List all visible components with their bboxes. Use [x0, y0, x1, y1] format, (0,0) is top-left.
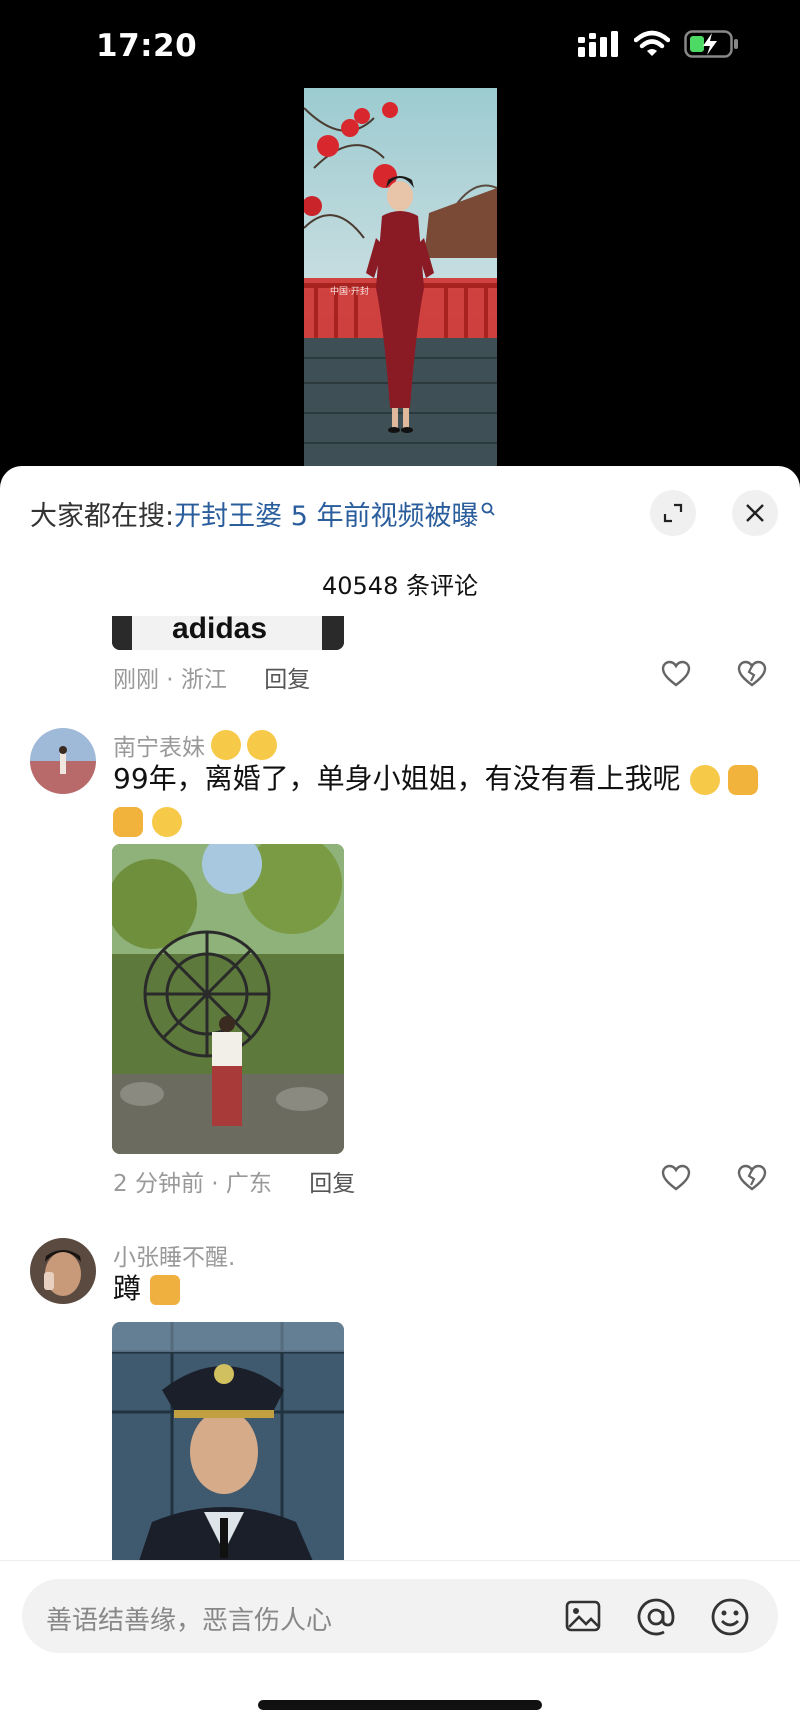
comment-sheet: 大家都在搜: 开封王婆 5 年前视频被曝 40548 条评论 adidas 刚刚…	[0, 466, 800, 1730]
comment-username[interactable]: 南宁表妹	[113, 728, 277, 762]
status-bar: 17:20	[0, 0, 800, 90]
comment-count: 40548 条评论	[322, 572, 478, 600]
reply-button[interactable]: 回复	[309, 1171, 355, 1197]
home-indicator[interactable]	[258, 1700, 542, 1710]
dislike-icon[interactable]	[736, 658, 768, 690]
image-icon[interactable]	[564, 1597, 602, 1635]
comment-image[interactable]: adidas	[112, 616, 344, 650]
comment-text: 99年，离婚了，单身小姐姐，有没有看上我呢	[113, 758, 773, 842]
expand-button[interactable]	[650, 490, 696, 536]
emoji-icon[interactable]	[710, 1597, 750, 1637]
signal-icon	[578, 31, 618, 57]
search-query-link[interactable]: 开封王婆 5 年前视频被曝	[174, 494, 478, 533]
battery-charging-icon	[684, 30, 738, 58]
list-item: adidas 刚刚 · 浙江 回复	[0, 616, 800, 736]
search-icon	[482, 502, 496, 516]
video-player[interactable]: 中国·开封	[0, 88, 800, 470]
video-watermark: 中国·开封	[330, 285, 369, 297]
status-time: 17:20	[96, 28, 198, 64]
avatar[interactable]	[30, 1238, 96, 1304]
wifi-icon	[634, 30, 670, 56]
comment-image[interactable]	[112, 1322, 344, 1576]
like-icon[interactable]	[660, 658, 692, 690]
list-item: 南宁表妹 99年，离婚了，单身小姐姐，有没有看上我呢 2 分钟前 · 广东 回复	[0, 728, 800, 1228]
praying-emoji-icon	[113, 807, 143, 837]
status-icons	[578, 30, 740, 58]
expand-icon	[663, 503, 683, 523]
kiss-emoji-icon	[247, 730, 277, 760]
comment-input[interactable]: 善语结善缘，恶言伤人心	[22, 1579, 778, 1653]
clapping-emoji-icon	[728, 765, 759, 795]
search-suggestion[interactable]: 大家都在搜: 开封王婆 5 年前视频被曝	[30, 494, 496, 533]
reply-button[interactable]: 回复	[264, 667, 310, 693]
comment-meta: 刚刚 · 浙江 回复	[113, 660, 310, 694]
avatar[interactable]	[30, 728, 96, 794]
mention-icon[interactable]	[636, 1597, 676, 1637]
pleading-emoji-icon	[689, 765, 720, 795]
comment-time-location: 2 分钟前 · 广东	[113, 1171, 272, 1197]
close-button[interactable]	[732, 490, 778, 536]
comment-image-text: adidas	[172, 616, 267, 645]
comment-input-placeholder: 善语结善缘，恶言伤人心	[46, 1606, 333, 1636]
cat-emoji-icon	[149, 1275, 180, 1305]
comment-username[interactable]: 小张睡不醒.	[113, 1238, 235, 1272]
hugging-emoji-icon	[151, 807, 182, 837]
comment-list[interactable]: adidas 刚刚 · 浙江 回复 南宁表妹 99年，离婚了，单身小姐姐，有没有…	[0, 616, 800, 1576]
comment-meta: 2 分钟前 · 广东 回复	[113, 1164, 355, 1198]
dislike-icon[interactable]	[736, 1162, 768, 1194]
kiss-emoji-icon	[211, 730, 241, 760]
comment-text: 蹲	[113, 1268, 773, 1310]
video-thumbnail[interactable]: 中国·开封	[304, 88, 497, 466]
like-icon[interactable]	[660, 1162, 692, 1194]
comment-time-location: 刚刚 · 浙江	[113, 667, 227, 693]
comment-image[interactable]	[112, 844, 344, 1154]
list-item: 小张睡不醒. 蹲	[0, 1238, 800, 1576]
search-prefix: 大家都在搜:	[30, 501, 175, 532]
close-icon	[746, 504, 764, 522]
